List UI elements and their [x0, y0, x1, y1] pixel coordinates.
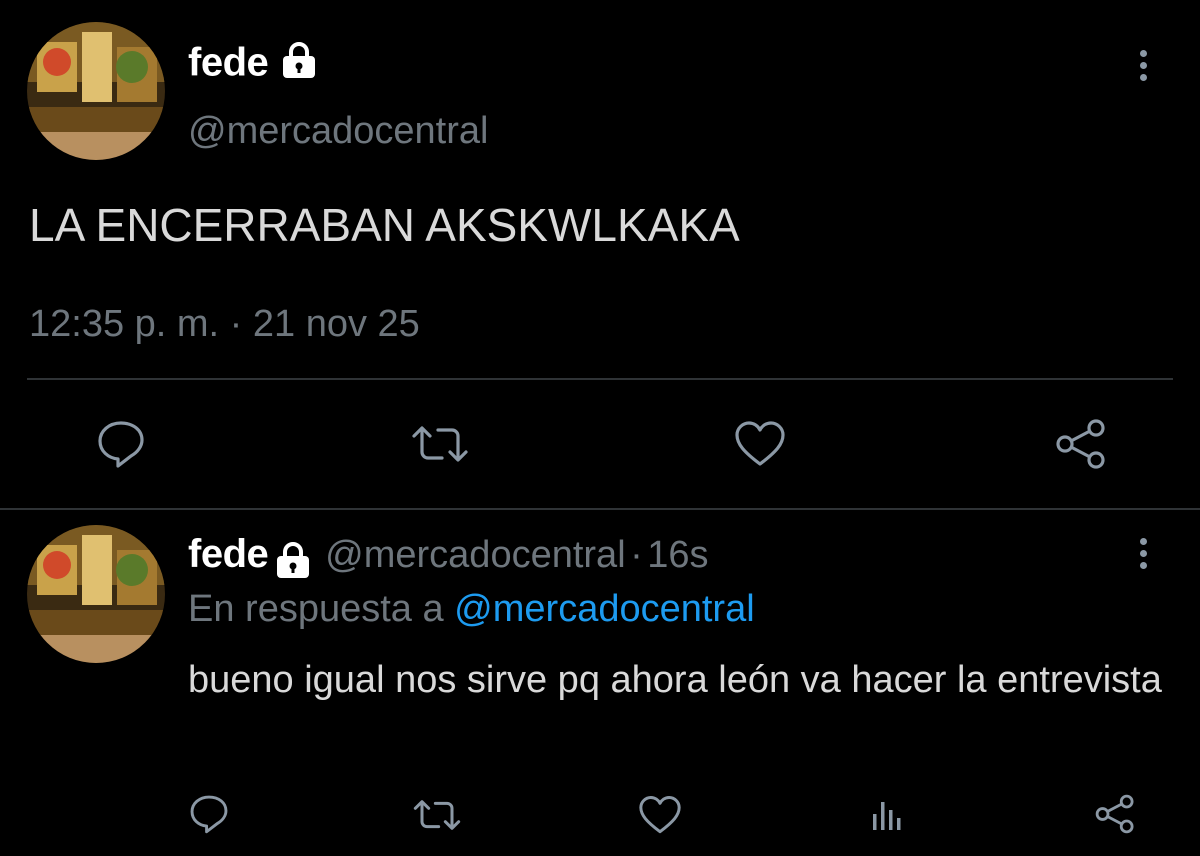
reply-display-name[interactable]: fede: [188, 532, 269, 576]
reply-avatar[interactable]: [27, 525, 165, 663]
reply-more-icon[interactable]: [1140, 538, 1150, 574]
in-reply-to: En respuesta a @mercadocentral: [188, 588, 755, 631]
timestamp[interactable]: 12:35 p. m. · 21 nov 25: [29, 303, 420, 346]
retweet-icon[interactable]: [412, 795, 462, 835]
display-name[interactable]: fede: [188, 40, 319, 90]
tweet-separator: [0, 508, 1200, 510]
reply-icon[interactable]: [96, 418, 146, 470]
in-reply-handle-link[interactable]: @mercadocentral: [454, 588, 754, 630]
handle[interactable]: @mercadocentral: [188, 110, 488, 153]
analytics-icon[interactable]: [870, 796, 906, 832]
reply-age[interactable]: 16s: [647, 534, 708, 576]
like-icon[interactable]: [734, 420, 786, 468]
retweet-icon[interactable]: [410, 420, 470, 468]
separator-dot: ·: [630, 534, 643, 576]
display-name-text: fede: [188, 40, 269, 85]
reply-handle[interactable]: @mercadocentral: [325, 534, 625, 576]
reply-text: bueno igual nos sirve pq ahora león va h…: [188, 659, 1162, 701]
reply-header: fede @mercadocentral · 16s: [188, 532, 708, 585]
reply-icon[interactable]: [188, 793, 230, 835]
divider: [27, 378, 1173, 380]
lock-icon: [279, 40, 319, 90]
more-icon[interactable]: [1140, 50, 1150, 86]
share-icon[interactable]: [1054, 418, 1108, 470]
avatar[interactable]: [27, 22, 165, 160]
in-reply-prefix: En respuesta a: [188, 588, 444, 630]
share-icon[interactable]: [1094, 793, 1136, 835]
tweet-text: LA ENCERRABAN AKSKWLKAKA: [29, 199, 740, 251]
lock-icon: [273, 540, 313, 585]
like-icon[interactable]: [638, 795, 682, 835]
